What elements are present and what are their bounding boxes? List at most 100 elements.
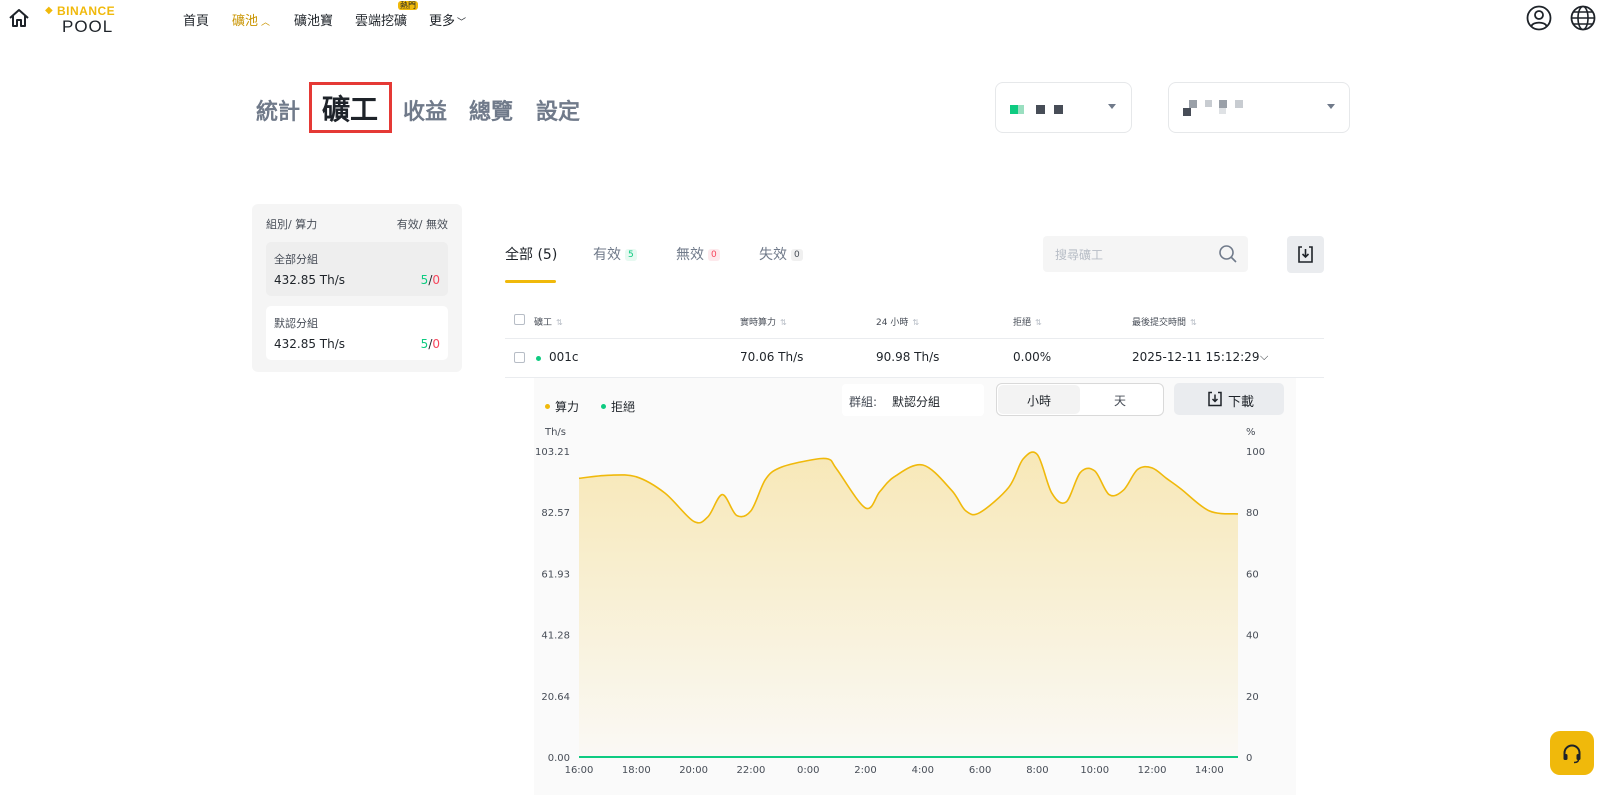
y-tick-left: 61.93	[541, 569, 570, 580]
tab-earnings[interactable]: 收益	[403, 94, 447, 126]
x-tick: 18:00	[622, 765, 651, 776]
group-inactive-count: 0	[432, 273, 440, 287]
sort-icon: ⇅	[1035, 318, 1042, 327]
nav-cloud-mining[interactable]: 雲端挖礦	[355, 10, 407, 29]
col-header-worker[interactable]: 礦工 ⇅	[534, 315, 563, 328]
y-axis-right-unit: %	[1246, 427, 1256, 438]
group-hashrate: 432.85 Th/s	[274, 337, 346, 351]
time-range-toggle[interactable]: 小時 天	[996, 383, 1164, 416]
worker-tab-active[interactable]: 有效 5	[593, 244, 637, 264]
x-tick: 4:00	[912, 765, 934, 776]
logo-top-text: BINANCE	[57, 4, 116, 18]
legend-reject[interactable]: 拒絕	[601, 398, 635, 415]
invalid-count-badge: 0	[708, 249, 720, 261]
y-tick-right: 60	[1246, 569, 1259, 580]
worker-tab-label: 有效	[593, 247, 621, 263]
worker-name[interactable]: 001c	[549, 350, 579, 364]
binance-pool-logo[interactable]: ◆ BINANCE POOL	[45, 4, 125, 36]
col-header-label: 實時算力	[740, 318, 777, 328]
tab-workers-highlight-box	[309, 82, 392, 133]
y-tick-left: 0.00	[548, 753, 570, 764]
y-tick-left: 82.57	[541, 508, 570, 519]
logo-bottom-text: POOL	[62, 17, 114, 36]
x-tick: 12:00	[1138, 765, 1167, 776]
home-icon[interactable]	[8, 8, 30, 28]
nav-pool-label: 礦池	[232, 14, 259, 29]
y-tick-right: 20	[1246, 692, 1259, 703]
row-checkbox[interactable]	[514, 352, 525, 363]
worker-tab-invalid[interactable]: 無效 0	[676, 244, 720, 264]
group-filter[interactable]: 群組: 默認分組	[842, 384, 984, 416]
y-tick-left: 20.64	[541, 692, 570, 703]
col-header-label: 24 小時	[876, 318, 909, 328]
last-submit-time: 2025-12-11 15:12:29	[1132, 350, 1260, 364]
search-icon[interactable]	[1218, 244, 1238, 264]
y-tick-right: 80	[1246, 508, 1259, 519]
export-icon	[1298, 246, 1313, 263]
chevron-up-icon: ︿	[261, 18, 271, 28]
nav-pool[interactable]: 礦池 ︿	[232, 10, 270, 29]
sort-icon: ⇅	[1190, 318, 1197, 327]
legend-dot	[545, 404, 550, 409]
col-header-realtime[interactable]: 實時算力 ⇅	[740, 315, 787, 328]
support-chat-button[interactable]	[1550, 731, 1594, 775]
y-tick-right: 100	[1246, 447, 1265, 458]
caret-down-icon	[1327, 104, 1335, 109]
export-button[interactable]	[1287, 236, 1324, 273]
reject-rate: 0.00%	[1013, 350, 1052, 364]
tab-overview[interactable]: 總覽	[469, 94, 513, 126]
group-filter-label: 群組:	[849, 395, 878, 409]
worker-tab-label: 無效	[676, 247, 704, 263]
legend-label: 算力	[555, 400, 580, 414]
group-panel: 組別/ 算力 有效/ 無效 全部分組 432.85 Th/s 5/0 默認分組 …	[252, 204, 462, 372]
nav-more[interactable]: 更多 ﹀	[429, 10, 466, 29]
tab-settings[interactable]: 設定	[536, 94, 580, 126]
col-header-24h[interactable]: 24 小時 ⇅	[876, 315, 919, 328]
top-nav: ◆ BINANCE POOL 首頁 礦池 ︿ 礦池寶 雲端挖礦 熱門 更多 ﹀	[0, 0, 1600, 40]
worker-tab-inactive[interactable]: 失效 0	[759, 244, 803, 264]
x-tick: 0:00	[797, 765, 819, 776]
nav-home[interactable]: 首頁	[183, 10, 209, 29]
y-axis-left-unit: Th/s	[544, 427, 566, 438]
group-hashrate: 432.85 Th/s	[274, 273, 346, 287]
worker-tab-all[interactable]: 全部 (5)	[505, 244, 557, 264]
x-tick: 16:00	[565, 765, 594, 776]
group-card-default[interactable]: 默認分組 432.85 Th/s 5/0	[266, 306, 448, 360]
col-header-reject[interactable]: 拒絕 ⇅	[1013, 315, 1042, 328]
expand-chevron-icon[interactable]: ⌵	[1260, 350, 1268, 364]
tab-statistics[interactable]: 統計	[256, 94, 300, 126]
group-header-label: 組別/ 算力	[266, 218, 318, 231]
sort-icon: ⇅	[912, 318, 920, 327]
group-name: 默認分組	[274, 317, 318, 330]
col-header-last-submit[interactable]: 最後提交時間 ⇅	[1132, 315, 1197, 328]
sort-icon: ⇅	[780, 318, 787, 327]
x-tick: 8:00	[1026, 765, 1048, 776]
select-all-checkbox[interactable]	[514, 314, 525, 325]
worker-search-input[interactable]: 搜尋礦工	[1043, 236, 1248, 272]
toggle-hour[interactable]: 小時	[1027, 392, 1051, 409]
hashrate-area	[579, 452, 1238, 757]
y-tick-left: 103.21	[535, 447, 570, 458]
coin-selector[interactable]	[995, 82, 1132, 133]
group-count: 5/0	[421, 273, 440, 287]
inactive-count-badge: 0	[791, 249, 803, 261]
nav-pool-treasure[interactable]: 礦池寶	[294, 10, 333, 29]
logo-diamond-icon: ◆	[45, 5, 53, 16]
y-tick-right: 0	[1246, 753, 1252, 764]
x-tick: 20:00	[679, 765, 708, 776]
group-status-header: 有效/ 無效	[396, 218, 448, 231]
hashrate-chart: Th/s % 103.21 82.57 61.93 41.28 20.64 0.00 100 80…	[535, 427, 1265, 776]
user-account-icon[interactable]	[1526, 5, 1552, 31]
globe-language-icon[interactable]	[1570, 5, 1596, 31]
x-tick: 22:00	[736, 765, 765, 776]
search-placeholder: 搜尋礦工	[1055, 248, 1104, 262]
account-selector[interactable]	[1168, 82, 1350, 133]
table-divider	[505, 338, 1324, 339]
hashrate-24h: 90.98 Th/s	[876, 350, 940, 364]
group-card-all[interactable]: 全部分組 432.85 Th/s 5/0	[266, 242, 448, 296]
chevron-down-icon: ﹀	[457, 18, 467, 28]
toggle-day[interactable]: 天	[1114, 392, 1126, 409]
download-button[interactable]: 下載	[1174, 383, 1284, 415]
col-header-label: 礦工	[534, 318, 553, 328]
legend-hashrate[interactable]: 算力	[545, 398, 579, 415]
